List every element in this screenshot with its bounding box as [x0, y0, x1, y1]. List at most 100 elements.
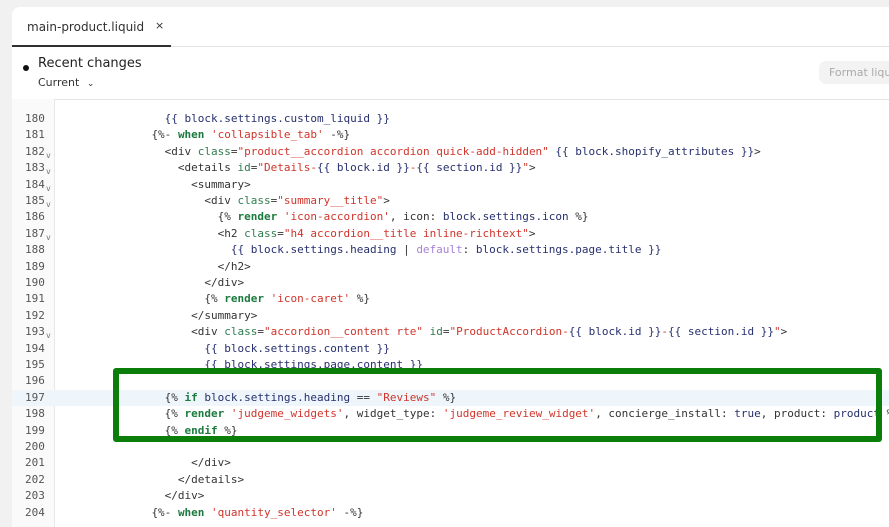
line-number: 194 — [25, 341, 45, 355]
chevron-down-icon: ⌄ — [86, 79, 95, 89]
code-token: > — [754, 144, 761, 158]
code-token: "Details- — [257, 161, 317, 175]
code-token: {{ section.id }} — [416, 161, 523, 175]
code-line[interactable]: 202 </details> — [12, 472, 889, 488]
line-number: 203 — [25, 489, 45, 503]
code-token: 'quantity_selector' — [204, 505, 337, 519]
editor-window: main-product.liquid × Recent changes Cur… — [12, 7, 889, 527]
line-number: 202 — [25, 472, 45, 486]
code-line[interactable]: 193 v <div class="accordion__content rte" … — [12, 324, 889, 340]
code-token: {%- — [151, 505, 178, 519]
code-text: {%- when 'quantity_selector' -%} — [151, 505, 363, 521]
code-token: %} — [568, 210, 589, 224]
code-text: </div> — [191, 455, 231, 471]
code-token: -%} — [323, 128, 351, 142]
code-token: when — [177, 505, 205, 519]
code-token: -%} — [336, 505, 364, 519]
code-line[interactable]: 182 v <div class="product__accordion accor… — [12, 144, 889, 160]
code-token: <div — [191, 325, 225, 339]
tab-main-product-liquid[interactable]: main-product.liquid × — [12, 7, 171, 47]
code-line[interactable]: 184 v <summary> — [12, 177, 889, 193]
code-token: id — [422, 325, 443, 339]
code-text: {% render 'icon-accordion', icon: block.… — [218, 209, 589, 225]
code-text: {% render 'icon-caret' %} — [204, 291, 370, 307]
code-token: </div> — [191, 456, 231, 470]
line-number: 188 — [25, 243, 45, 257]
code-line[interactable]: 191 {% render 'icon-caret' %} — [12, 291, 889, 307]
code-token: <h2 — [217, 226, 245, 240]
line-number: 199 — [25, 423, 45, 437]
line-number: 181 — [25, 128, 45, 142]
code-text: <div class="summary__title"> — [204, 193, 389, 209]
highlight-box — [113, 368, 882, 442]
code-token: {{ block.settings.custom_liquid }} — [164, 112, 390, 125]
code-line[interactable]: 183 v <details id="Details-{{ block.id }}-… — [12, 160, 889, 176]
code-token: {{ block.shopify_attributes }} — [548, 144, 755, 158]
code-token: "product__accordion accordion quick-add-… — [237, 144, 549, 158]
code-token: : — [462, 243, 476, 257]
code-token: = — [277, 226, 284, 240]
tab-bar: main-product.liquid × — [12, 7, 889, 47]
line-number: 200 — [25, 440, 45, 453]
code-token: </summary> — [191, 308, 258, 322]
code-token: <div — [164, 144, 198, 158]
code-token: </div> — [204, 276, 245, 289]
code-token: block.settings.page.title }} — [475, 243, 662, 257]
code-editor[interactable]: 180 {{ block.settings.custom_liquid }} 181… — [12, 99, 889, 527]
close-icon[interactable]: × — [155, 19, 164, 32]
code-line[interactable]: 204 {%- when 'quantity_selector' -%} — [12, 505, 889, 521]
code-text: </details> — [178, 472, 244, 488]
code-token: " — [522, 161, 529, 175]
code-token: {{ block.id }} — [317, 161, 410, 175]
code-token: > — [528, 226, 536, 240]
code-line[interactable]: 187 v <h2 class="h4 accordion__title inlin… — [12, 226, 889, 242]
format-liquid-button[interactable]: Format liquid — [819, 61, 889, 84]
code-line[interactable]: 186 {% render 'icon-accordion', icon: blo… — [12, 209, 889, 225]
code-text: <summary> — [191, 177, 251, 193]
code-line[interactable]: 203 </div> — [12, 488, 889, 504]
code-token: class — [224, 325, 258, 339]
code-token: "summary__title" — [277, 194, 384, 207]
code-token: , icon: — [389, 210, 443, 224]
code-line[interactable]: 181 {%- when 'collapsible_tab' -%} — [12, 127, 889, 143]
version-label: Current — [38, 76, 80, 89]
code-text: </summary> — [191, 308, 257, 324]
code-token: </h2> — [217, 259, 251, 273]
code-line[interactable]: 185 v <div class="summary__title"> — [12, 193, 889, 209]
line-number: 201 — [25, 456, 45, 470]
code-line[interactable]: 201 </div> — [12, 455, 889, 471]
code-token: | — [403, 243, 417, 257]
code-text: </div> — [165, 488, 205, 504]
code-token: > — [780, 325, 788, 339]
code-token: id — [237, 161, 251, 175]
unsaved-dot-icon — [23, 65, 29, 71]
code-token: block.settings.icon — [442, 210, 569, 224]
code-token: {%- — [151, 128, 178, 142]
code-token: <div — [204, 194, 238, 207]
code-text: {{ block.settings.custom_liquid }} — [165, 111, 390, 127]
code-token: {% — [204, 292, 225, 306]
version-dropdown[interactable]: Current ⌄ — [38, 76, 94, 89]
code-token: "h4 accordion__title inline-richtext" — [283, 226, 529, 240]
code-line[interactable]: 194 {{ block.settings.content }} — [12, 341, 889, 357]
code-token: 'icon-caret' — [264, 292, 351, 306]
tab-label: main-product.liquid — [27, 20, 145, 34]
code-token: {% — [217, 210, 238, 224]
code-token: <summary> — [191, 177, 251, 191]
line-number: 197 — [25, 390, 45, 404]
code-token: render — [224, 292, 265, 306]
code-line[interactable]: 188 {{ block.settings.heading | default: … — [12, 242, 889, 258]
line-number: 195 — [25, 358, 45, 371]
code-token: class — [197, 144, 231, 158]
line-number: 204 — [25, 505, 45, 519]
code-line[interactable]: 180 {{ block.settings.custom_liquid }} — [12, 111, 889, 127]
code-token: <details — [177, 161, 238, 175]
code-line[interactable]: 189 </h2> — [12, 259, 889, 275]
code-text: <div class="accordion__content rte" id="… — [191, 324, 787, 340]
line-number: 189 — [25, 259, 45, 273]
code-token: render — [237, 210, 278, 224]
code-line[interactable]: 190 </div> — [12, 275, 889, 291]
code-text: </div> — [204, 275, 244, 291]
code-token: > — [383, 194, 390, 207]
code-line[interactable]: 192 </summary> — [12, 308, 889, 324]
